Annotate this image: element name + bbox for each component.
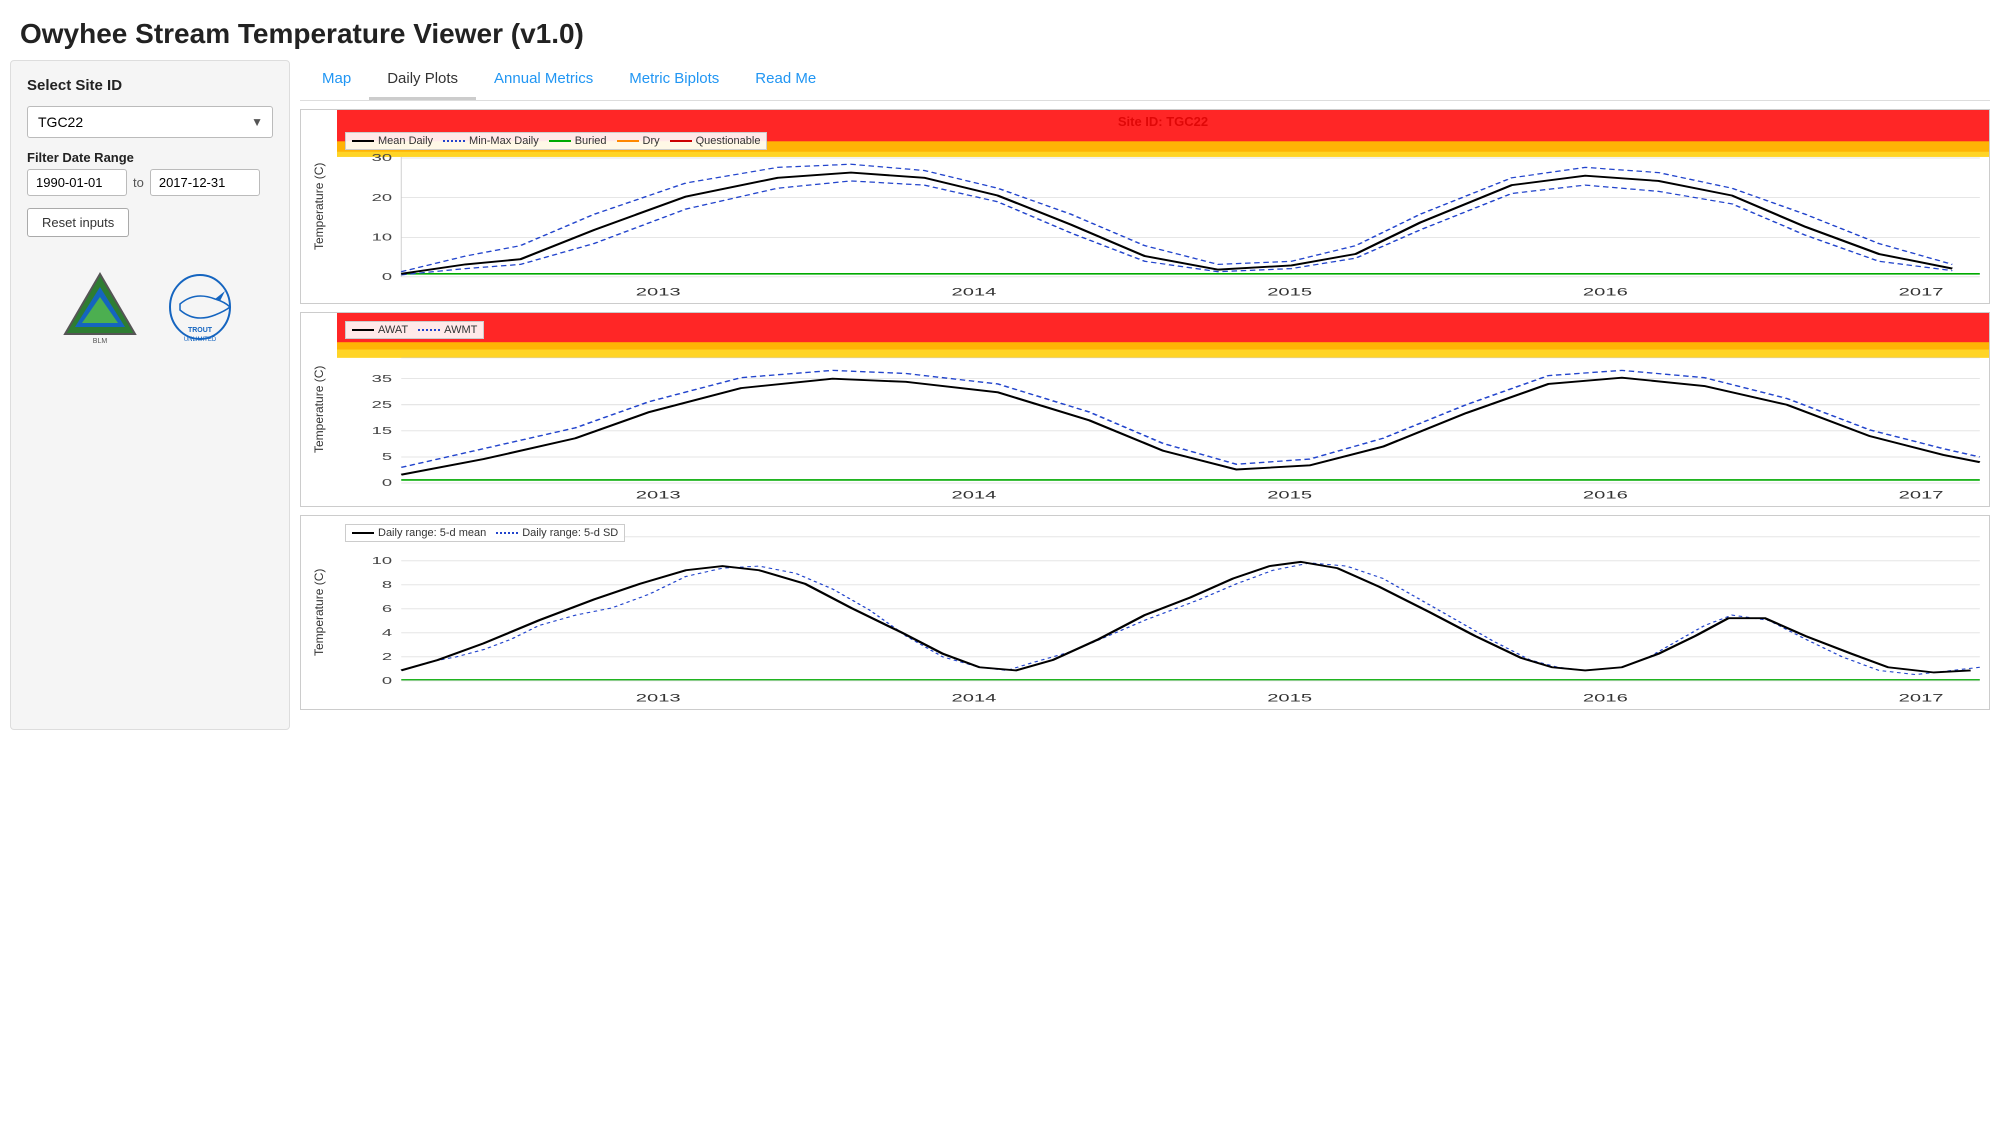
- 5d-sd-line-icon: [496, 532, 518, 534]
- svg-text:TROUT: TROUT: [188, 327, 213, 334]
- chart1-yaxis-label: Temperature (C): [301, 110, 337, 303]
- svg-text:6: 6: [382, 603, 392, 615]
- svg-text:25: 25: [372, 399, 392, 411]
- svg-text:2014: 2014: [951, 286, 996, 299]
- chart2-svg: 0 5 15 25 35 2013 2014: [337, 313, 1989, 506]
- tabs-row: Map Daily Plots Annual Metrics Metric Bi…: [300, 60, 1990, 101]
- logos-row: BLM TROUT UNLIMITED: [27, 269, 273, 349]
- charts-area: Temperature (C) Site ID: TGC22 Mean Dail…: [300, 109, 1990, 730]
- min-max-line-icon: [443, 140, 465, 142]
- svg-text:2013: 2013: [636, 489, 681, 502]
- site-select[interactable]: TGC22: [27, 106, 273, 138]
- date-to-input[interactable]: [150, 169, 260, 196]
- chart2-yaxis-label: Temperature (C): [301, 313, 337, 506]
- filter-section: Filter Date Range to: [27, 150, 273, 196]
- legend-awmt: AWMT: [418, 324, 477, 336]
- chart1-container: Temperature (C) Site ID: TGC22 Mean Dail…: [300, 109, 1990, 304]
- chart3-svg: 0 2 4 6 8 10 2013 201: [337, 516, 1989, 709]
- legend-mean-daily: Mean Daily: [352, 135, 433, 147]
- awat-line-icon: [352, 329, 374, 331]
- reset-button[interactable]: Reset inputs: [27, 208, 129, 237]
- svg-text:0: 0: [382, 675, 392, 687]
- tab-read-me[interactable]: Read Me: [737, 60, 834, 100]
- chart1-inner: Site ID: TGC22 Mean Daily Min-Max Daily: [337, 110, 1989, 303]
- svg-text:20: 20: [372, 192, 392, 204]
- tu-logo: TROUT UNLIMITED: [160, 269, 240, 349]
- mean-daily-line-icon: [352, 140, 374, 142]
- dry-line-icon: [617, 140, 639, 142]
- svg-text:2016: 2016: [1583, 286, 1628, 299]
- svg-text:4: 4: [382, 627, 392, 639]
- to-label: to: [133, 175, 144, 190]
- site-select-wrapper: TGC22 ▼: [27, 106, 273, 138]
- chart3-container: Temperature (C) Daily range: 5-d mean Da…: [300, 515, 1990, 710]
- chart3-legend: Daily range: 5-d mean Daily range: 5-d S…: [345, 524, 625, 542]
- tab-annual-metrics[interactable]: Annual Metrics: [476, 60, 611, 100]
- chart1-legend: Mean Daily Min-Max Daily Buried Dry: [345, 132, 767, 150]
- svg-text:2014: 2014: [951, 489, 996, 502]
- chart2-inner: AWAT AWMT: [337, 313, 1989, 506]
- legend-min-max: Min-Max Daily: [443, 135, 539, 147]
- svg-text:2015: 2015: [1267, 489, 1312, 502]
- tab-metric-biplots[interactable]: Metric Biplots: [611, 60, 737, 100]
- svg-text:2016: 2016: [1583, 489, 1628, 502]
- chart3-yaxis-label: Temperature (C): [301, 516, 337, 709]
- sidebar: Select Site ID TGC22 ▼ Filter Date Range…: [10, 60, 290, 730]
- legend-5d-sd: Daily range: 5-d SD: [496, 527, 618, 539]
- svg-text:2015: 2015: [1267, 692, 1312, 705]
- svg-text:2017: 2017: [1899, 692, 1944, 705]
- svg-text:2: 2: [382, 651, 392, 663]
- svg-text:30: 30: [372, 152, 392, 164]
- chart2-container: Temperature (C) AWAT AWMT: [300, 312, 1990, 507]
- date-from-input[interactable]: [27, 169, 127, 196]
- tab-daily-plots[interactable]: Daily Plots: [369, 60, 476, 100]
- svg-text:0: 0: [382, 271, 392, 283]
- legend-buried: Buried: [549, 135, 607, 147]
- svg-text:2014: 2014: [951, 692, 996, 705]
- chart3-inner: Daily range: 5-d mean Daily range: 5-d S…: [337, 516, 1989, 709]
- date-range-row: to: [27, 169, 273, 196]
- legend-awat: AWAT: [352, 324, 408, 336]
- reset-btn-wrapper: Reset inputs: [27, 208, 273, 237]
- content-area: Map Daily Plots Annual Metrics Metric Bi…: [300, 60, 1990, 730]
- svg-text:15: 15: [372, 425, 392, 437]
- 5d-mean-line-icon: [352, 532, 374, 534]
- svg-text:0: 0: [382, 477, 392, 489]
- svg-text:UNLIMITED: UNLIMITED: [184, 337, 217, 343]
- svg-text:2013: 2013: [636, 692, 681, 705]
- svg-text:10: 10: [372, 231, 392, 243]
- svg-text:10: 10: [372, 555, 392, 567]
- site-id-label: Select Site ID: [27, 77, 273, 94]
- legend-5d-mean: Daily range: 5-d mean: [352, 527, 486, 539]
- blm-logo: BLM: [60, 269, 140, 349]
- questionable-line-icon: [670, 140, 692, 142]
- app-title: Owyhee Stream Temperature Viewer (v1.0): [0, 0, 2000, 60]
- svg-text:35: 35: [372, 373, 392, 385]
- tab-map[interactable]: Map: [304, 60, 369, 100]
- chart2-legend: AWAT AWMT: [345, 321, 484, 339]
- legend-dry: Dry: [617, 135, 660, 147]
- svg-text:2017: 2017: [1899, 286, 1944, 299]
- svg-text:2017: 2017: [1899, 489, 1944, 502]
- awmt-line-icon: [418, 329, 440, 331]
- svg-text:2013: 2013: [636, 286, 681, 299]
- svg-text:2016: 2016: [1583, 692, 1628, 705]
- buried-line-icon: [549, 140, 571, 142]
- svg-text:2015: 2015: [1267, 286, 1312, 299]
- svg-text:8: 8: [382, 579, 392, 591]
- svg-text:5: 5: [382, 451, 392, 463]
- svg-text:BLM: BLM: [93, 338, 108, 345]
- legend-questionable: Questionable: [670, 135, 761, 147]
- filter-label: Filter Date Range: [27, 150, 273, 165]
